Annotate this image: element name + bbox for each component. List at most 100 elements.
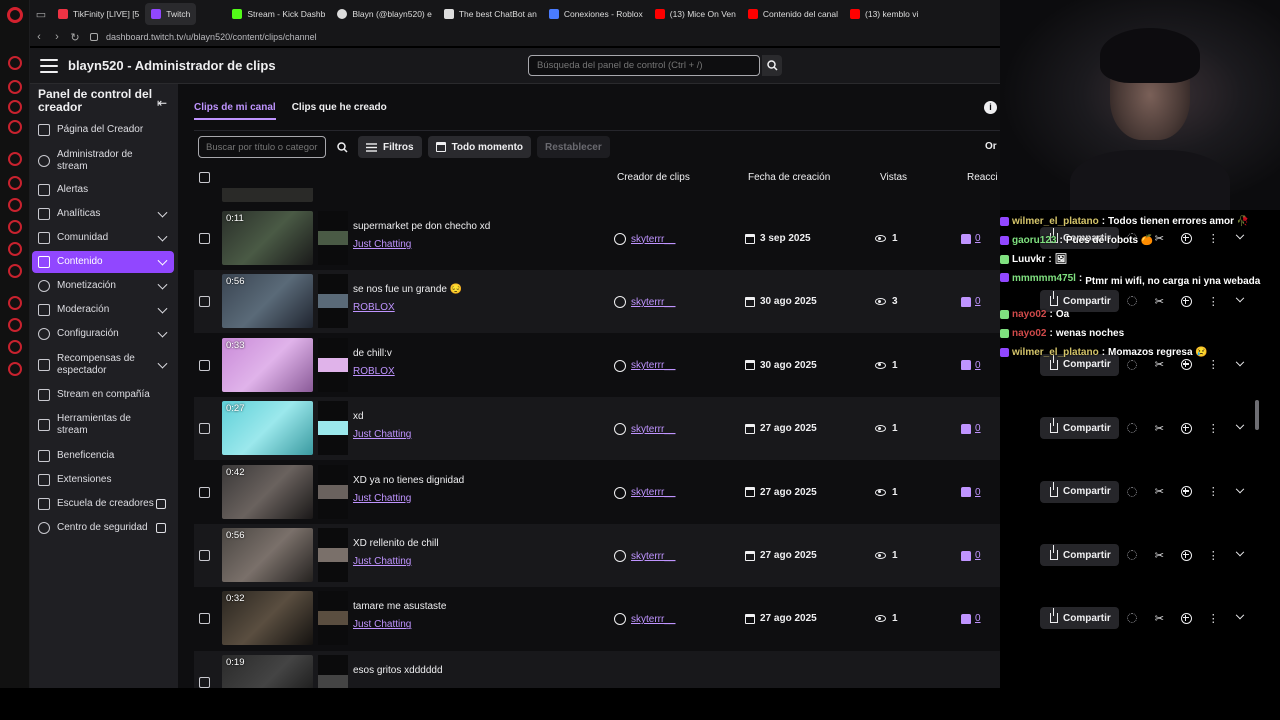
browser-tab[interactable]: Stream - Kick Dashb: [226, 3, 331, 25]
sidebar-app-icon[interactable]: [8, 242, 22, 256]
chat-username[interactable]: gaoru123: [1012, 235, 1056, 246]
table-row[interactable]: 0:19 esos gritos xdddddd: [194, 650, 1000, 688]
clip-thumbnail[interactable]: 0:27: [222, 401, 313, 456]
sidebar-app-icon[interactable]: [8, 152, 22, 166]
row-checkbox[interactable]: [199, 486, 210, 498]
clip-thumbnail[interactable]: 0:11: [222, 211, 313, 265]
table-row[interactable]: 0:42 XD ya no tienes dignidad Just Chattin…: [194, 461, 1000, 524]
tab-menu-icon[interactable]: ▭: [30, 0, 52, 28]
tab-my-channel-clips[interactable]: Clips de mi canal: [194, 102, 276, 120]
table-row[interactable]: 0:56 XD rellenito de chill Just Chatting sk…: [194, 524, 1000, 587]
browser-tab[interactable]: The best ChatBot an: [438, 3, 543, 25]
scissors-icon[interactable]: ✂: [1146, 417, 1173, 439]
clip-category-link[interactable]: Just Chatting: [353, 493, 411, 504]
creator-link[interactable]: skyterrr__: [631, 234, 675, 245]
sidebar-item-safety-center[interactable]: Centro de seguridad: [32, 522, 174, 534]
clip-category-link[interactable]: Just Chatting: [353, 239, 411, 250]
sidebar-item-stream-together[interactable]: Stream en compañía: [32, 389, 174, 401]
clip-thumbnail[interactable]: 0:42: [222, 464, 313, 519]
sidebar-app-icon[interactable]: [8, 318, 22, 332]
clip-vertical-thumbnail[interactable]: [318, 654, 348, 688]
table-row[interactable]: 0:11 supermarket pe don checho xd Just Cha…: [194, 207, 1000, 270]
dashboard-search-input[interactable]: [528, 55, 760, 76]
clip-vertical-thumbnail[interactable]: [318, 274, 348, 329]
opera-logo-icon[interactable]: [7, 7, 23, 23]
add-icon[interactable]: [1173, 607, 1200, 629]
sidebar-item-creator-page[interactable]: Página del Creador: [32, 124, 174, 136]
clip-vertical-thumbnail[interactable]: [318, 464, 348, 519]
time-range-button[interactable]: Todo momento: [427, 136, 532, 158]
sidebar-item-alerts[interactable]: Alertas: [32, 184, 174, 196]
clip-title[interactable]: xd: [353, 411, 364, 422]
share-button[interactable]: Compartir: [1040, 480, 1119, 503]
table-row[interactable]: 0:56 se nos fue un grande 😔 ROBLOX skyterrr…: [194, 270, 1000, 334]
more-options-icon[interactable]: ⋮: [1200, 607, 1227, 629]
chevron-down-icon[interactable]: [1227, 417, 1254, 439]
clip-likes[interactable]: 0: [961, 613, 981, 624]
creator-link[interactable]: skyterrr__: [631, 424, 675, 435]
chat-username[interactable]: nayo02: [1012, 328, 1046, 339]
column-header-views[interactable]: Vistas: [880, 172, 907, 183]
sidebar-item-stream-tools[interactable]: Herramientas de stream: [32, 412, 174, 438]
clip-likes[interactable]: 0: [961, 233, 981, 244]
sidebar-app-icon[interactable]: [8, 264, 22, 278]
row-checkbox[interactable]: [199, 423, 210, 435]
browser-tab[interactable]: (13) kemblo vi: [844, 3, 924, 25]
sidebar-item-moderation[interactable]: Moderación: [32, 303, 174, 316]
scissors-icon[interactable]: ✂: [1146, 544, 1173, 566]
creator-link[interactable]: skyterrr__: [631, 297, 675, 308]
clip-title[interactable]: tamare me asustaste: [353, 601, 446, 612]
clip-category-link[interactable]: Just Chatting: [353, 429, 411, 440]
clip-thumbnail[interactable]: 0:32: [222, 591, 313, 646]
sidebar-app-icon[interactable]: [8, 176, 22, 190]
clip-likes[interactable]: 0: [961, 550, 981, 561]
table-row[interactable]: 0:32 tamare me asustaste Just Chatting skyt…: [194, 587, 1000, 650]
clip-vertical-thumbnail[interactable]: [318, 401, 348, 456]
search-button[interactable]: [332, 136, 352, 158]
browser-tab[interactable]: Contenido del canal: [742, 3, 844, 25]
scissors-icon[interactable]: ✂: [1146, 481, 1173, 503]
search-button[interactable]: [762, 55, 782, 76]
chat-username[interactable]: wilmer_el_platano: [1012, 216, 1099, 227]
share-button[interactable]: Compartir: [1040, 544, 1119, 566]
sidebar-item-extensions[interactable]: Extensiones: [32, 474, 174, 486]
browser-tab[interactable]: Blayn (@blayn520) e: [331, 3, 438, 25]
clip-likes[interactable]: 0: [961, 423, 981, 434]
clip-title[interactable]: se nos fue un grande 😔: [353, 284, 462, 295]
scrollbar[interactable]: [1255, 400, 1259, 430]
select-all-checkbox[interactable]: [199, 172, 210, 183]
clip-thumbnail[interactable]: 0:56: [222, 528, 313, 582]
add-icon[interactable]: [1173, 417, 1200, 439]
sidebar-app-icon[interactable]: [8, 362, 22, 376]
collapse-sidebar-icon[interactable]: ⇤: [157, 96, 167, 110]
browser-tab[interactable]: Twitch: [145, 3, 197, 25]
filters-button[interactable]: Filtros: [358, 136, 422, 158]
reset-button[interactable]: Restablecer: [537, 136, 610, 158]
url-field[interactable]: dashboard.twitch.tv/u/blayn520/content/c…: [106, 32, 317, 42]
info-icon[interactable]: i: [984, 101, 997, 114]
add-icon[interactable]: [1173, 544, 1200, 566]
table-row[interactable]: 0:27 xd Just Chatting skyterrr__ 27 ago 2025…: [194, 397, 1000, 461]
forward-icon[interactable]: ›: [48, 31, 66, 43]
browser-tab[interactable]: (13) Mice On Ven: [649, 3, 742, 25]
column-header-creator[interactable]: Creador de clips: [617, 172, 690, 183]
reload-icon[interactable]: ↻: [66, 31, 84, 44]
clip-vertical-thumbnail[interactable]: [318, 591, 348, 646]
column-header-date[interactable]: Fecha de creación: [748, 172, 830, 183]
sidebar-app-icon[interactable]: [8, 120, 22, 134]
clip-title[interactable]: esos gritos xdddddd: [353, 665, 443, 676]
chat-username[interactable]: nayo02: [1012, 309, 1046, 320]
clip-thumbnail[interactable]: [222, 188, 313, 202]
creator-link[interactable]: skyterrr__: [631, 614, 675, 625]
sidebar-app-icon[interactable]: [8, 80, 22, 94]
table-row[interactable]: 0:33 de chill:v ROBLOX skyterrr__ 30 ago 202…: [194, 334, 1000, 397]
row-checkbox[interactable]: [199, 233, 210, 244]
chevron-down-icon[interactable]: [1227, 481, 1254, 503]
clip-search-input[interactable]: [198, 136, 326, 158]
sidebar-app-icon[interactable]: [8, 198, 22, 212]
browser-tab[interactable]: Conexiones - Roblox: [543, 3, 649, 25]
row-checkbox[interactable]: [199, 613, 210, 625]
creator-link[interactable]: skyterrr__: [631, 551, 675, 562]
sidebar-app-icon[interactable]: [8, 220, 22, 234]
clip-title[interactable]: supermarket pe don checho xd: [353, 221, 490, 232]
